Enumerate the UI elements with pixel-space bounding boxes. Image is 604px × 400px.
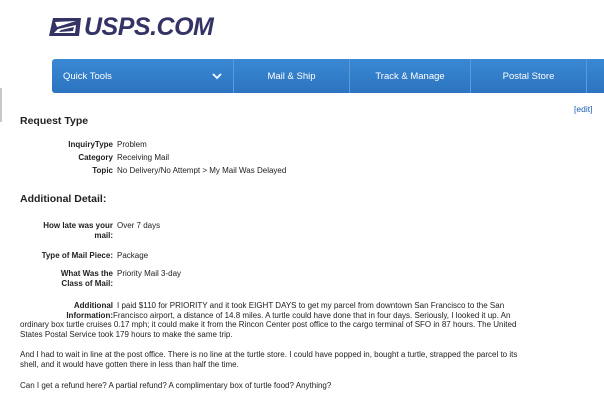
chevron-down-icon: [212, 73, 222, 80]
nav-postal-store-label: Postal Store: [502, 70, 555, 82]
nav-mail-ship-label: Mail & Ship: [267, 70, 316, 82]
usps-logo[interactable]: USPS.COM: [49, 12, 214, 42]
field-value: Over 7 days: [117, 221, 161, 230]
request-type-heading: Request Type: [20, 115, 89, 127]
paragraph-line: And I had to wait in line at the post of…: [20, 350, 518, 359]
field-label: Category: [78, 153, 113, 162]
field-label: Topic: [92, 166, 113, 175]
edit-link[interactable]: [edit]: [574, 104, 592, 114]
paragraph-line: Can I get a refund here? A partial refun…: [20, 381, 332, 390]
nav-postal-store[interactable]: Postal Store: [471, 59, 586, 93]
nav-track-manage-label: Track & Manage: [375, 70, 445, 82]
field-label: How late was your: [43, 221, 113, 230]
left-border: [0, 88, 2, 122]
info-text-line: States Postal Service took 179 hours to …: [20, 330, 233, 339]
field-label: mail:: [94, 230, 113, 240]
info-text-line: Francisco airport, a distance of 14.8 mi…: [113, 310, 511, 320]
field-label: Additional: [73, 301, 113, 310]
field-label: Class of Mail:: [61, 278, 113, 288]
field-label: What Was the: [60, 269, 113, 278]
nav-quick-tools-label: Quick Tools: [63, 70, 112, 82]
field-value: No Delivery/No Attempt > My Mail Was Del…: [117, 166, 287, 175]
field-value: Priority Mail 3-day: [117, 269, 182, 278]
logo-wordmark: USPS.COM: [84, 12, 214, 41]
additional-detail-heading: Additional Detail:: [20, 193, 107, 205]
main-nav: Quick Tools Mail & Ship Track & Manage P…: [52, 59, 604, 93]
nav-track-manage[interactable]: Track & Manage: [350, 59, 470, 93]
field-value: Problem: [117, 140, 147, 149]
field-row-category: Category Receiving Mail: [0, 153, 604, 163]
field-value: Receiving Mail: [117, 153, 170, 162]
field-row-topic: Topic No Delivery/No Attempt > My Mail W…: [0, 166, 604, 176]
paragraph-line: shell, and it would have gotten there in…: [20, 360, 239, 369]
info-text-line: ordinary box turtle cruises 0.17 mph; it…: [20, 320, 517, 329]
nav-quick-tools[interactable]: Quick Tools: [52, 59, 233, 93]
field-row-how-late: How late was your mail: Over 7 days: [0, 221, 604, 243]
field-row-inquiry-type: InquiryType Problem: [0, 140, 604, 150]
field-row-mail-class: What Was the Class of Mail: Priority Mai…: [0, 269, 604, 291]
field-row-mail-piece: Type of Mail Piece: Package: [0, 251, 604, 261]
nav-divider: [586, 59, 587, 93]
nav-mail-ship[interactable]: Mail & Ship: [234, 59, 349, 93]
field-label: Information:: [66, 310, 113, 320]
eagle-icon: [49, 18, 81, 36]
field-label: Type of Mail Piece:: [41, 251, 113, 260]
field-label: InquiryType: [68, 140, 113, 149]
field-value: Package: [117, 251, 149, 260]
info-text-line: I paid $110 for PRIORITY and it took EIG…: [117, 301, 505, 310]
